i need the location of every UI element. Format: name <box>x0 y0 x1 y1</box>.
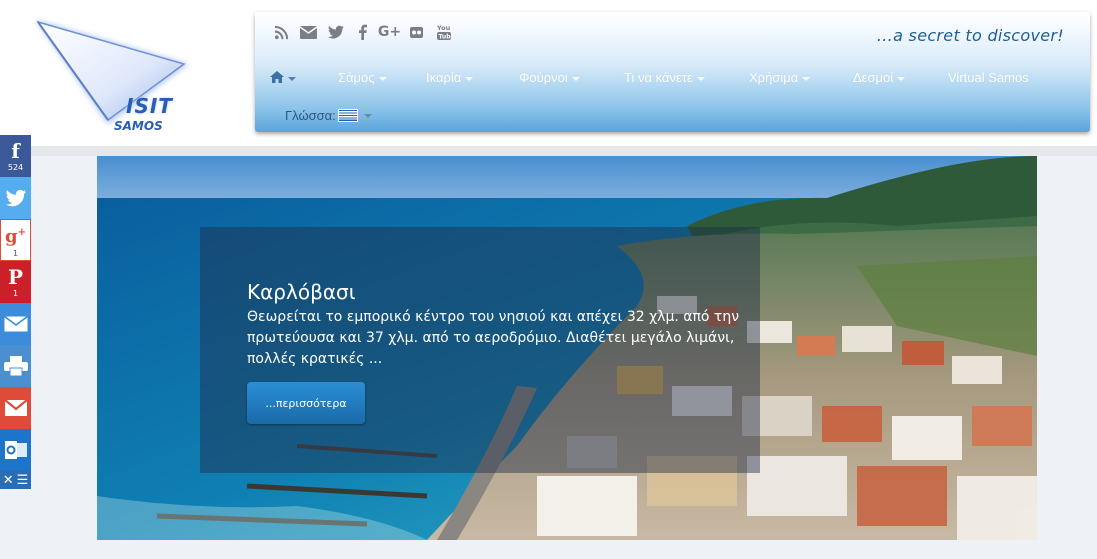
menu-item-label: Χρήσιμα <box>749 70 799 85</box>
rss-icon[interactable] <box>268 22 295 42</box>
google-plus-icon: g+ <box>5 225 26 247</box>
menu-item-label: Φούρνοι <box>519 70 568 85</box>
menu-item-label: Ικαρία <box>426 70 462 85</box>
svg-text:Tube: Tube <box>438 34 451 41</box>
google-plus-icon[interactable]: G+ <box>376 22 403 42</box>
header-navbar: G+ You Tube ...a secret to discover! Σάμο… <box>255 12 1090 132</box>
twitter-icon[interactable] <box>322 22 349 42</box>
header-social-links: G+ You Tube <box>268 22 457 42</box>
menu-icon: ☰ <box>16 472 29 488</box>
svg-text:You: You <box>437 24 451 32</box>
menu-item-label: Virtual Samos <box>948 70 1029 85</box>
chevron-down-icon <box>363 113 372 118</box>
language-label: Γλώσσα: <box>285 108 336 123</box>
chevron-down-icon <box>802 76 811 81</box>
chevron-down-icon <box>465 76 474 81</box>
chevron-down-icon <box>696 76 705 81</box>
mail-icon <box>3 316 28 332</box>
share-bar-toggle[interactable]: ✕ ☰ <box>0 471 31 489</box>
menu-item-what-to-do[interactable]: Τι να κάνετε <box>624 70 705 85</box>
share-print-button[interactable] <box>0 345 31 387</box>
facebook-icon[interactable] <box>349 22 376 42</box>
gmail-icon <box>4 400 27 416</box>
share-email-button[interactable] <box>0 303 31 345</box>
chevron-down-icon <box>897 76 906 81</box>
chevron-down-icon <box>378 76 387 81</box>
header-separator <box>0 146 1097 156</box>
menu-item-label: Τι να κάνετε <box>624 70 693 85</box>
googleplus-share-count: 1 <box>12 248 19 258</box>
main-menu: Σάμος Ικαρία Φούρνοι Τι να κάνετε Χρήσιμ… <box>255 70 1090 92</box>
menu-item-ikaria[interactable]: Ικαρία <box>426 70 474 85</box>
share-sidebar: f 524 g+ 1 P 1 ✕ ☰ <box>0 135 31 489</box>
share-googleplus-button[interactable]: g+ 1 <box>0 219 31 261</box>
menu-item-label: Σάμος <box>338 70 375 85</box>
facebook-share-count: 524 <box>7 162 24 172</box>
close-icon: ✕ <box>2 472 14 488</box>
site-tagline: ...a secret to discover! <box>876 26 1064 45</box>
chevron-down-icon <box>288 76 296 81</box>
youtube-icon[interactable]: You Tube <box>430 22 457 42</box>
share-facebook-button[interactable]: f 524 <box>0 135 31 177</box>
mail-icon[interactable] <box>295 22 322 42</box>
menu-item-samos[interactable]: Σάμος <box>338 70 387 85</box>
hero-slider: Καρλόβασι Θεωρείται το εμπορικό κέντρο τ… <box>97 156 1037 540</box>
slide-description: Θεωρείται το εμπορικό κέντρο του νησιού … <box>247 309 740 367</box>
flickr-icon[interactable] <box>403 22 430 42</box>
home-icon <box>270 71 284 83</box>
site-logo[interactable]: ISIT SAMOS <box>28 12 198 137</box>
share-gmail-button[interactable] <box>0 387 31 429</box>
language-selector[interactable]: Γλώσσα: <box>285 108 372 123</box>
slide-title: Καρλόβασι <box>247 280 356 304</box>
greek-flag-icon <box>337 109 358 122</box>
menu-item-home[interactable] <box>270 70 296 85</box>
menu-item-fournoi[interactable]: Φούρνοι <box>519 70 580 85</box>
pinterest-share-count: 1 <box>12 288 19 298</box>
facebook-icon: f <box>11 138 20 163</box>
logo-triangle-graphic <box>36 20 188 124</box>
pinterest-icon: P <box>7 264 24 289</box>
logo-samos-text: SAMOS <box>114 119 163 133</box>
menu-item-label: Δεσμοί <box>853 70 894 85</box>
menu-item-useful[interactable]: Χρήσιμα <box>749 70 811 85</box>
share-pinterest-button[interactable]: P 1 <box>0 261 31 303</box>
logo-visit-text: ISIT <box>126 94 173 118</box>
printer-icon <box>3 356 28 376</box>
share-twitter-button[interactable] <box>0 177 31 219</box>
menu-item-virtual-samos[interactable]: Virtual Samos <box>948 70 1029 85</box>
share-outlook-button[interactable] <box>0 429 31 471</box>
menu-item-links[interactable]: Δεσμοί <box>853 70 906 85</box>
outlook-icon <box>4 441 27 459</box>
twitter-icon <box>5 189 26 207</box>
read-more-button[interactable]: ...περισσότερα <box>247 382 365 424</box>
slide-caption: Καρλόβασι Θεωρείται το εμπορικό κέντρο τ… <box>200 227 760 473</box>
chevron-down-icon <box>571 76 580 81</box>
